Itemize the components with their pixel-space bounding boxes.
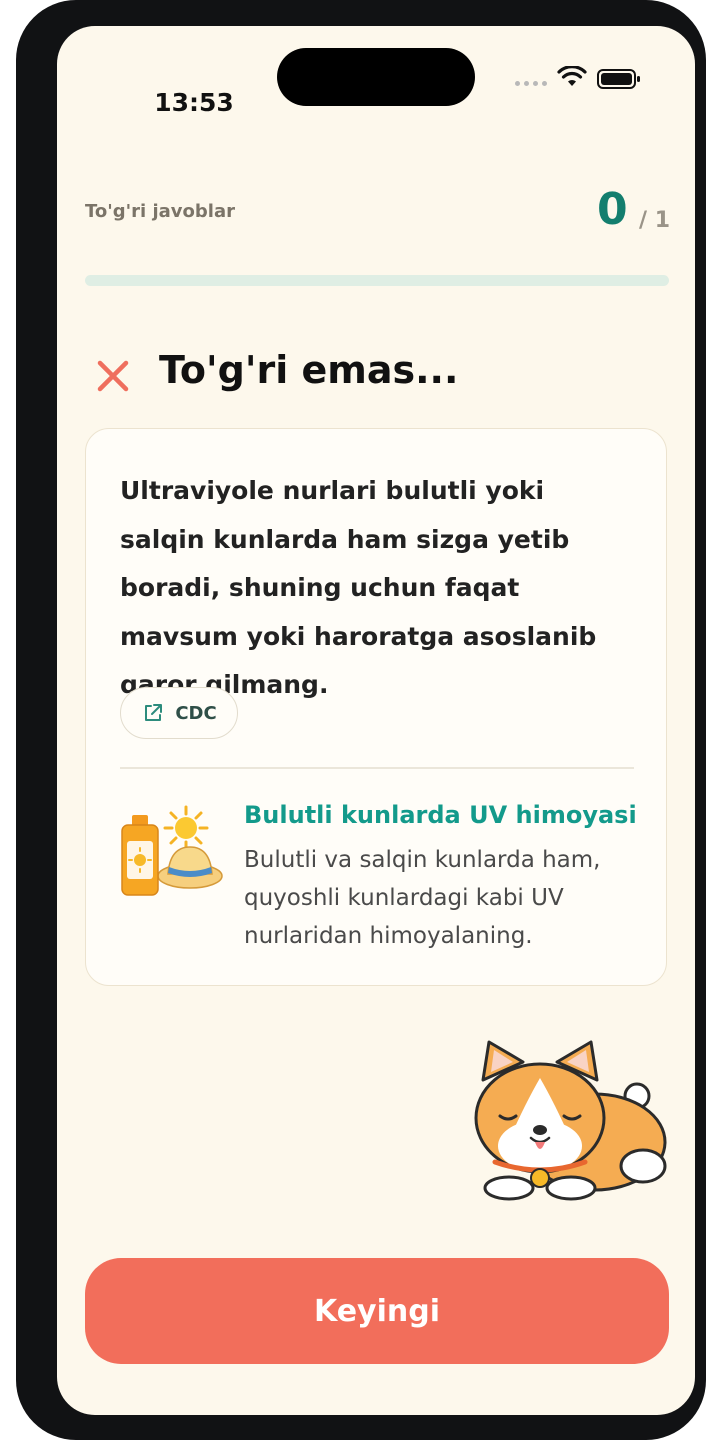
corgi-mascot-illustration — [474, 1040, 667, 1201]
divider — [120, 767, 634, 769]
device-frame: 13:53 To'g'ri javoblar 0 / 1 To'g'ri ema… — [16, 0, 706, 1440]
progress-bar — [85, 275, 669, 286]
explanation-text: Ultraviyole nurlari bulutli yoki salqin … — [120, 476, 597, 699]
app-screen: 13:53 To'g'ri javoblar 0 / 1 To'g'ri ema… — [57, 26, 695, 1415]
score-correct: 0 — [597, 184, 628, 235]
source-link-button[interactable]: CDC — [120, 687, 238, 739]
status-time: 13:53 — [154, 88, 234, 117]
score-total: / 1 — [639, 208, 671, 233]
sunscreen-hat-illustration — [121, 805, 223, 896]
next-button-label: Keyingi — [313, 1293, 441, 1329]
dynamic-island — [277, 48, 475, 106]
tip-body: Bulutli va salqin kunlarda ham, quyoshli… — [244, 847, 601, 949]
score-label: To'g'ri javoblar — [85, 201, 235, 222]
signal-icon — [515, 81, 547, 86]
wifi-icon — [557, 66, 587, 86]
explanation-card: Ultraviyole nurlari bulutli yoki salqin … — [85, 428, 667, 986]
external-link-icon — [145, 704, 163, 721]
close-icon — [97, 360, 129, 392]
result-title: To'g'ri emas... — [159, 348, 459, 392]
tip-title: Bulutli kunlarda UV himoyasi — [244, 801, 637, 829]
next-button[interactable]: Keyingi — [85, 1258, 669, 1364]
battery-icon — [597, 69, 640, 89]
source-label: CDC — [175, 702, 217, 724]
